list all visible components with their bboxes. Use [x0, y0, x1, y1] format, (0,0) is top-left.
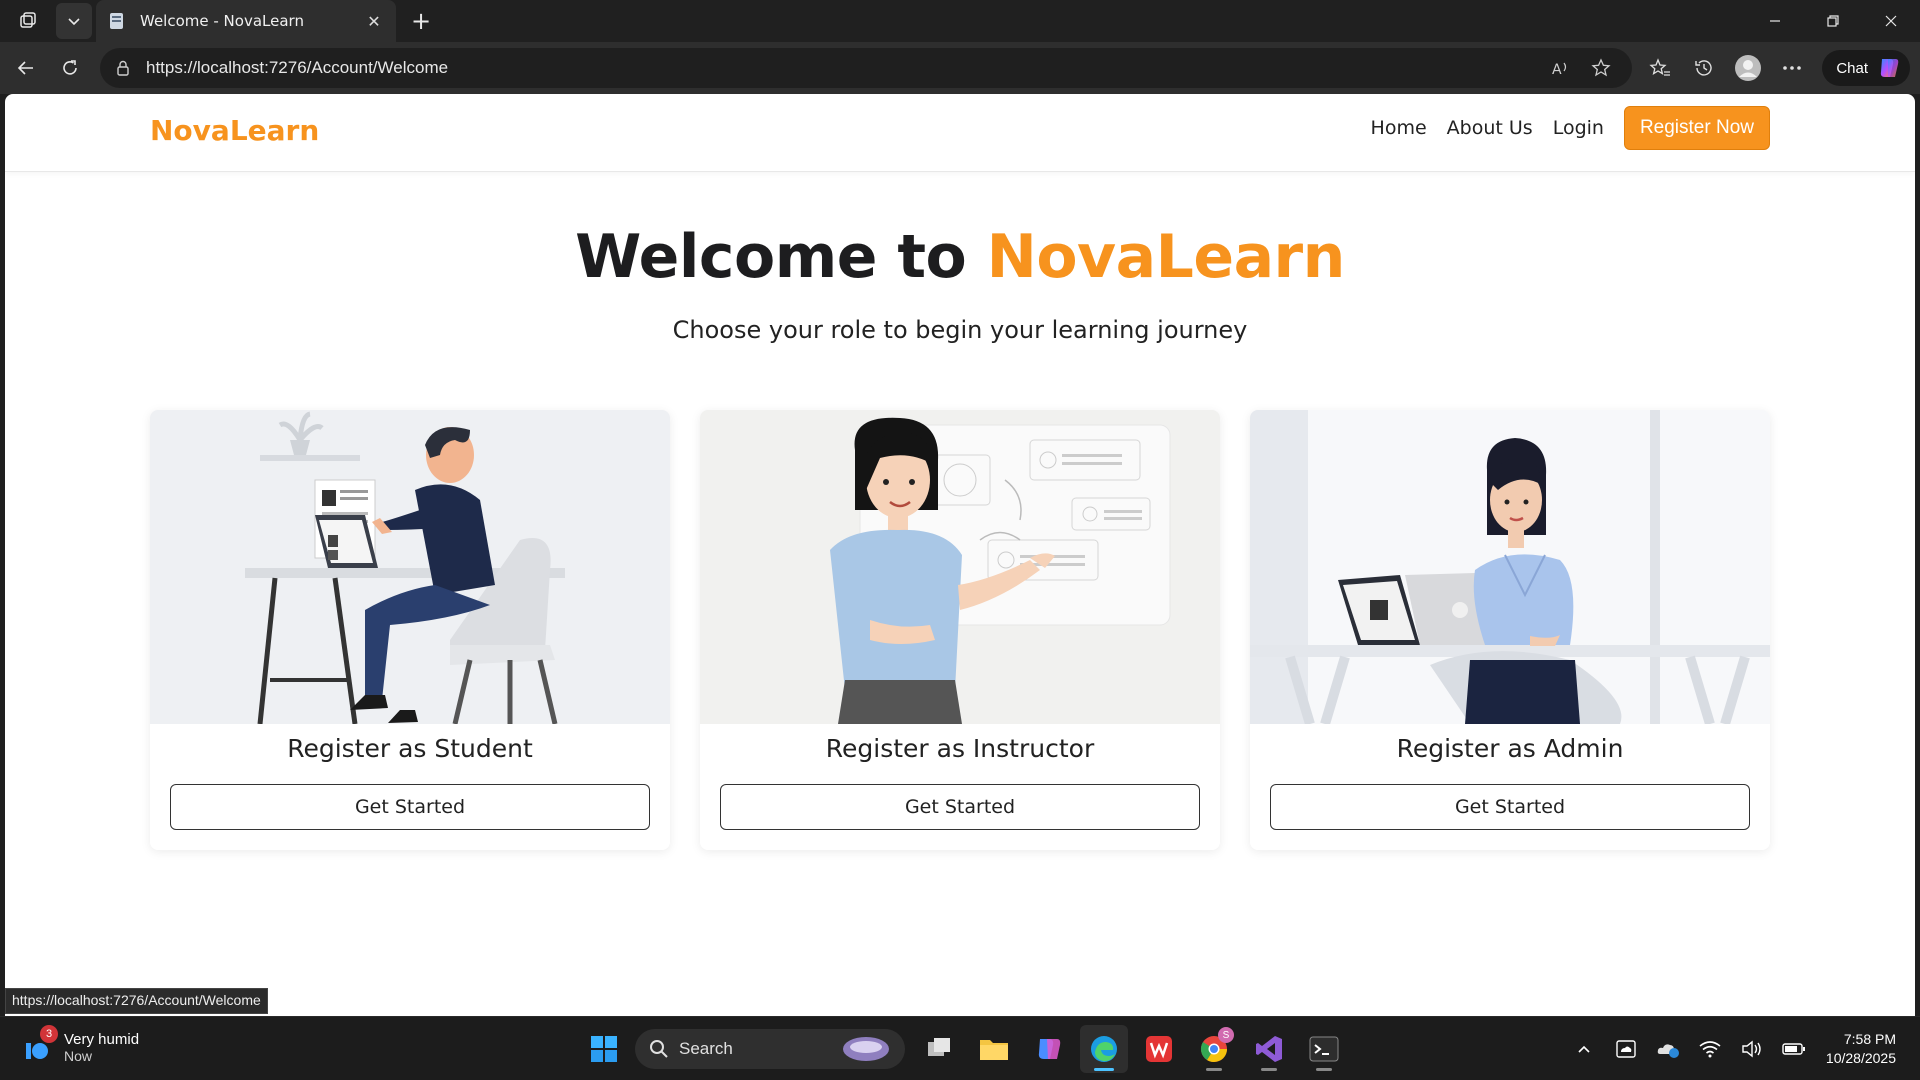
chat-button[interactable]: Chat: [1822, 50, 1910, 86]
page-viewport: NovaLearn Home About Us Login Register N…: [5, 94, 1915, 1016]
student-illustration: [150, 410, 670, 724]
card-title: Register as Instructor: [825, 734, 1095, 763]
clock-date: 10/28/2025: [1825, 1050, 1896, 1066]
chevron-up-icon[interactable]: [1568, 1033, 1600, 1065]
copilot-app-icon[interactable]: [1025, 1025, 1073, 1073]
wifi-icon[interactable]: [1694, 1033, 1726, 1065]
weather-subtext: Now: [64, 1047, 93, 1064]
title-prefix: Welcome to: [575, 222, 987, 292]
search-label: Search: [679, 1039, 733, 1058]
card-title: Register as Student: [287, 734, 533, 763]
weather-text: Very humid: [64, 1030, 140, 1048]
window-controls: [1746, 0, 1920, 42]
volume-icon[interactable]: [1736, 1033, 1768, 1065]
file-explorer-icon[interactable]: [970, 1025, 1018, 1073]
student-card: Register as Student Get Started: [150, 410, 670, 850]
clock-time: 7:58 PM: [1843, 1031, 1896, 1047]
copilot-icon: [1880, 59, 1899, 77]
card-title: Register as Admin: [1396, 734, 1624, 763]
chat-label: Chat: [1836, 59, 1868, 77]
browser-tab-active[interactable]: Welcome - NovaLearn ✕: [96, 0, 396, 42]
browser-tabstrip: Welcome - NovaLearn ✕ +: [0, 0, 1920, 42]
search-icon: [650, 1040, 668, 1058]
register-now-button[interactable]: Register Now: [1623, 106, 1770, 150]
status-bar-url: https://localhost:7276/Account/Welcome: [5, 988, 268, 1014]
refresh-icon[interactable]: [52, 50, 88, 86]
tab-title: Welcome - NovaLearn: [140, 12, 304, 30]
favorites-icon[interactable]: [1640, 48, 1680, 88]
taskbar-apps: Search S: [580, 1025, 1355, 1073]
close-window-icon[interactable]: [1862, 0, 1920, 42]
address-bar[interactable]: https://localhost:7276/Account/Welcome A: [100, 48, 1632, 88]
instructor-card: Register as Instructor Get Started: [700, 410, 1220, 850]
workspaces-icon[interactable]: [10, 3, 46, 39]
onedrive-sync-icon[interactable]: [1610, 1033, 1642, 1065]
get-started-admin-button[interactable]: Get Started: [1270, 784, 1750, 830]
weather-widget[interactable]: 3 Very humid Now: [20, 1025, 140, 1065]
favorite-star-icon[interactable]: [1584, 51, 1618, 85]
taskbar-search[interactable]: Search: [635, 1029, 905, 1069]
weather-icon: 3: [20, 1025, 58, 1065]
get-started-instructor-button[interactable]: Get Started: [720, 784, 1200, 830]
page-favicon-icon: [110, 13, 123, 29]
instructor-illustration: [700, 410, 1220, 724]
taskbar: 3 Very humid Now Search S 7:58 PM 10/28/…: [0, 1016, 1920, 1080]
chrome-icon[interactable]: S: [1190, 1025, 1238, 1073]
nav-link-about[interactable]: About Us: [1447, 117, 1533, 139]
tab-actions-chevron-icon[interactable]: [56, 3, 92, 39]
back-icon[interactable]: [8, 50, 44, 86]
system-tray: 7:58 PM 10/28/2025: [1568, 1017, 1920, 1080]
edge-browser-icon[interactable]: [1080, 1025, 1128, 1073]
title-accent: NovaLearn: [986, 222, 1346, 292]
battery-icon[interactable]: [1778, 1033, 1810, 1065]
minimize-icon[interactable]: [1746, 0, 1804, 42]
admin-card: Register as Admin Get Started: [1250, 410, 1770, 850]
cloud-status-icon[interactable]: [1652, 1033, 1684, 1065]
wps-office-icon[interactable]: [1135, 1025, 1183, 1073]
search-highlight-icon: [843, 1037, 889, 1061]
new-tab-button[interactable]: +: [404, 4, 438, 38]
system-clock[interactable]: 7:58 PM 10/28/2025: [1826, 1030, 1896, 1068]
page-subtitle: Choose your role to begin your learning …: [672, 316, 1248, 344]
site-nav: Home About Us Login Register Now: [1351, 106, 1770, 150]
nav-link-home[interactable]: Home: [1371, 117, 1427, 139]
svg-text:A: A: [1552, 62, 1562, 77]
url-text[interactable]: https://localhost:7276/Account/Welcome: [146, 58, 1538, 78]
chrome-badge: S: [1218, 1027, 1234, 1043]
page-title: Welcome to NovaLearn: [5, 222, 1915, 292]
task-view-icon[interactable]: [915, 1025, 963, 1073]
visual-studio-icon[interactable]: [1245, 1025, 1293, 1073]
start-button[interactable]: [580, 1025, 628, 1073]
admin-illustration: [1250, 410, 1770, 724]
weather-badge: 3: [40, 1025, 58, 1043]
get-started-student-button[interactable]: Get Started: [170, 784, 650, 830]
nav-link-login[interactable]: Login: [1553, 117, 1604, 139]
toolbar-right: Chat: [1636, 48, 1910, 88]
brand-logo[interactable]: NovaLearn: [150, 114, 319, 147]
more-options-icon[interactable]: [1772, 48, 1812, 88]
read-aloud-icon[interactable]: A: [1544, 51, 1578, 85]
restore-icon[interactable]: [1804, 0, 1862, 42]
site-header: NovaLearn Home About Us Login Register N…: [5, 94, 1915, 172]
history-icon[interactable]: [1684, 48, 1724, 88]
profile-avatar-icon[interactable]: [1728, 48, 1768, 88]
terminal-icon[interactable]: [1300, 1025, 1348, 1073]
tab-close-icon[interactable]: ✕: [364, 11, 384, 31]
lock-icon[interactable]: [114, 59, 132, 77]
browser-toolbar: https://localhost:7276/Account/Welcome A…: [0, 42, 1920, 94]
